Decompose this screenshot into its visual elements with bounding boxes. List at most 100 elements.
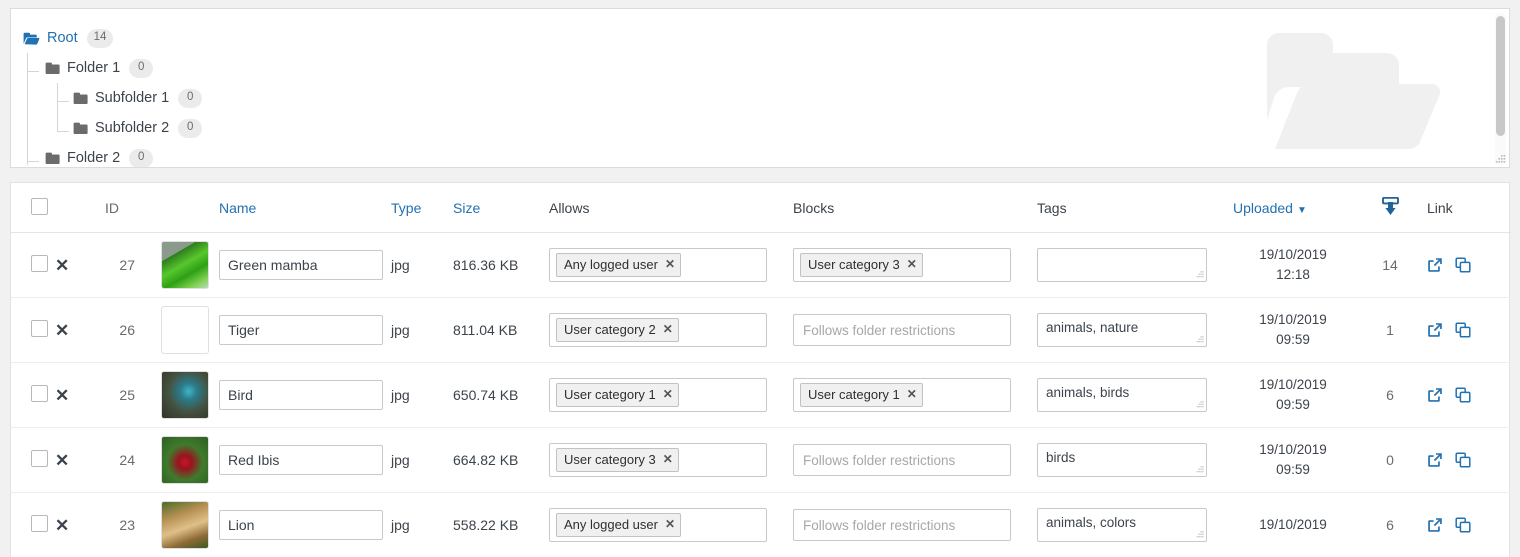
row-blocks-cell[interactable]: User category 1 ✕ bbox=[793, 363, 1037, 428]
row-select-cell[interactable] bbox=[11, 363, 55, 428]
tags-field[interactable]: animals, birds bbox=[1037, 378, 1207, 412]
copy-link-button[interactable] bbox=[1455, 387, 1471, 403]
blocks-chip-remove-icon[interactable]: ✕ bbox=[907, 386, 917, 403]
delete-row-icon[interactable]: ✕ bbox=[55, 322, 69, 339]
table-row[interactable]: ✕ 23 jpg 558.22 KB Any logged user ✕ bbox=[11, 493, 1511, 557]
row-thumbnail-cell[interactable] bbox=[161, 363, 219, 428]
row-blocks-cell[interactable]: Follows folder restrictions bbox=[793, 428, 1037, 493]
blocks-chip[interactable]: User category 3 ✕ bbox=[800, 253, 923, 278]
textarea-resize-grip[interactable] bbox=[1195, 270, 1204, 279]
row-select-cell[interactable] bbox=[11, 233, 55, 298]
row-thumbnail-cell[interactable] bbox=[161, 298, 219, 363]
row-delete-cell[interactable]: ✕ bbox=[55, 428, 99, 493]
file-thumbnail[interactable] bbox=[161, 241, 209, 289]
row-checkbox[interactable] bbox=[31, 450, 48, 467]
select-all-checkbox[interactable] bbox=[31, 198, 48, 215]
textarea-resize-grip[interactable] bbox=[1195, 335, 1204, 344]
blocks-field[interactable]: User category 3 ✕ bbox=[793, 248, 1011, 283]
row-name-cell[interactable] bbox=[219, 298, 391, 363]
textarea-resize-grip[interactable] bbox=[1195, 465, 1204, 474]
delete-row-icon[interactable]: ✕ bbox=[55, 257, 69, 274]
allows-field[interactable]: Any logged user ✕ bbox=[549, 508, 767, 543]
header-allows[interactable]: Allows bbox=[549, 183, 793, 233]
allows-chip-remove-icon[interactable]: ✕ bbox=[663, 386, 673, 403]
tree-node-subfolder-1[interactable]: Subfolder 10 bbox=[23, 83, 1509, 113]
row-allows-cell[interactable]: Any logged user ✕ bbox=[549, 493, 793, 557]
row-checkbox[interactable] bbox=[31, 385, 48, 402]
row-thumbnail-cell[interactable] bbox=[161, 233, 219, 298]
blocks-field[interactable]: Follows folder restrictions bbox=[793, 314, 1011, 346]
open-link-button[interactable] bbox=[1427, 257, 1443, 273]
copy-link-button[interactable] bbox=[1455, 452, 1471, 468]
row-checkbox[interactable] bbox=[31, 515, 48, 532]
blocks-chip[interactable]: User category 1 ✕ bbox=[800, 383, 923, 408]
allows-field[interactable]: User category 3 ✕ bbox=[549, 443, 767, 478]
file-thumbnail[interactable] bbox=[161, 371, 209, 419]
copy-link-button[interactable] bbox=[1455, 257, 1471, 273]
row-tags-cell[interactable] bbox=[1037, 233, 1233, 298]
row-delete-cell[interactable]: ✕ bbox=[55, 298, 99, 363]
tags-field[interactable]: animals, nature bbox=[1037, 313, 1207, 347]
table-row[interactable]: ✕ 25 jpg 650.74 KB User category 1 ✕ bbox=[11, 363, 1511, 428]
file-thumbnail[interactable] bbox=[161, 436, 209, 484]
row-allows-cell[interactable]: Any logged user ✕ bbox=[549, 233, 793, 298]
tree-node-root[interactable]: Root14 bbox=[23, 23, 1509, 53]
header-tags[interactable]: Tags bbox=[1037, 183, 1233, 233]
blocks-chip-remove-icon[interactable]: ✕ bbox=[907, 256, 917, 273]
copy-link-button[interactable] bbox=[1455, 517, 1471, 533]
header-downloads[interactable] bbox=[1353, 183, 1427, 233]
header-uploaded[interactable]: Uploaded▼ bbox=[1233, 183, 1353, 233]
file-thumbnail[interactable] bbox=[161, 306, 209, 354]
header-id[interactable]: ID bbox=[99, 183, 161, 233]
open-link-button[interactable] bbox=[1427, 517, 1443, 533]
delete-row-icon[interactable]: ✕ bbox=[55, 387, 69, 404]
row-checkbox[interactable] bbox=[31, 320, 48, 337]
row-delete-cell[interactable]: ✕ bbox=[55, 363, 99, 428]
blocks-field[interactable]: Follows folder restrictions bbox=[793, 444, 1011, 476]
allows-chip[interactable]: User category 3 ✕ bbox=[556, 448, 679, 473]
textarea-resize-grip[interactable] bbox=[1195, 530, 1204, 539]
allows-chip[interactable]: Any logged user ✕ bbox=[556, 253, 681, 278]
allows-chip-remove-icon[interactable]: ✕ bbox=[663, 451, 673, 468]
row-name-cell[interactable] bbox=[219, 493, 391, 557]
table-row[interactable]: ✕ 27 jpg 816.36 KB Any logged user ✕ bbox=[11, 233, 1511, 298]
row-name-cell[interactable] bbox=[219, 428, 391, 493]
blocks-field[interactable]: Follows folder restrictions bbox=[793, 509, 1011, 541]
file-name-input[interactable] bbox=[219, 510, 383, 540]
row-name-cell[interactable] bbox=[219, 363, 391, 428]
tree-node-subfolder-2[interactable]: Subfolder 20 bbox=[23, 113, 1509, 143]
header-name[interactable]: Name bbox=[219, 183, 391, 233]
row-link-cell[interactable] bbox=[1427, 428, 1511, 493]
header-blocks[interactable]: Blocks bbox=[793, 183, 1037, 233]
row-blocks-cell[interactable]: User category 3 ✕ bbox=[793, 233, 1037, 298]
row-link-cell[interactable] bbox=[1427, 233, 1511, 298]
row-link-cell[interactable] bbox=[1427, 298, 1511, 363]
row-name-cell[interactable] bbox=[219, 233, 391, 298]
row-allows-cell[interactable]: User category 1 ✕ bbox=[549, 363, 793, 428]
row-thumbnail-cell[interactable] bbox=[161, 493, 219, 557]
delete-row-icon[interactable]: ✕ bbox=[55, 517, 69, 534]
tags-field[interactable] bbox=[1037, 248, 1207, 282]
allows-chip[interactable]: Any logged user ✕ bbox=[556, 513, 681, 538]
row-link-cell[interactable] bbox=[1427, 493, 1511, 557]
open-link-button[interactable] bbox=[1427, 452, 1443, 468]
tags-field[interactable]: birds bbox=[1037, 443, 1207, 477]
allows-chip-remove-icon[interactable]: ✕ bbox=[665, 256, 675, 273]
allows-field[interactable]: User category 1 ✕ bbox=[549, 378, 767, 413]
table-row[interactable]: ✕ 24 jpg 664.82 KB User category 3 ✕ bbox=[11, 428, 1511, 493]
allows-chip-remove-icon[interactable]: ✕ bbox=[663, 321, 673, 338]
allows-chip[interactable]: User category 1 ✕ bbox=[556, 383, 679, 408]
row-tags-cell[interactable]: birds bbox=[1037, 428, 1233, 493]
header-size[interactable]: Size bbox=[453, 183, 549, 233]
file-thumbnail[interactable] bbox=[161, 501, 209, 549]
tags-field[interactable]: animals, colors bbox=[1037, 508, 1207, 542]
file-name-input[interactable] bbox=[219, 380, 383, 410]
row-select-cell[interactable] bbox=[11, 428, 55, 493]
row-delete-cell[interactable]: ✕ bbox=[55, 493, 99, 557]
tree-node-folder-2[interactable]: Folder 20 bbox=[23, 143, 1509, 168]
row-delete-cell[interactable]: ✕ bbox=[55, 233, 99, 298]
open-link-button[interactable] bbox=[1427, 322, 1443, 338]
header-select-all[interactable] bbox=[11, 183, 55, 233]
allows-chip[interactable]: User category 2 ✕ bbox=[556, 318, 679, 343]
allows-field[interactable]: User category 2 ✕ bbox=[549, 313, 767, 348]
